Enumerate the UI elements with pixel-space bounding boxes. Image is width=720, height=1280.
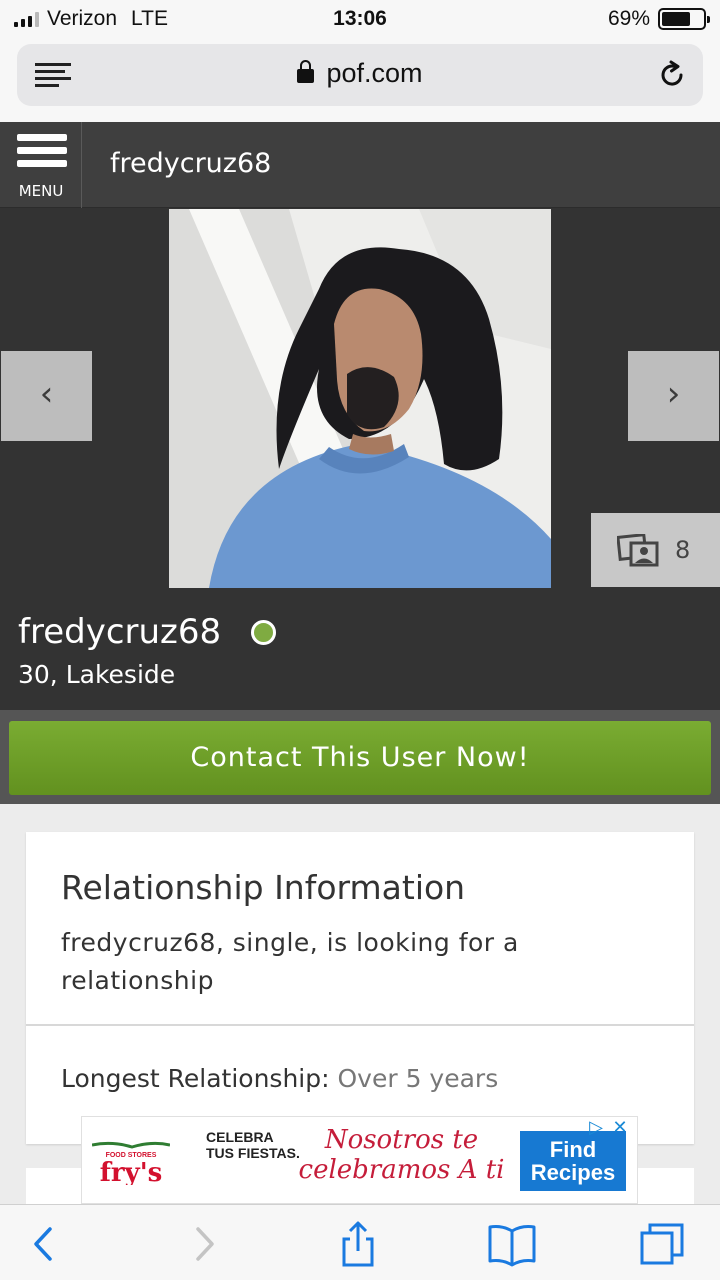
url-display[interactable]: pof.com	[17, 58, 703, 89]
menu-label: MENU	[18, 182, 64, 200]
ad-controls[interactable]: ▷ ✕	[584, 1117, 637, 1141]
ad-headline: CELEBRA TUS FIESTAS.	[206, 1129, 300, 1161]
close-ad-icon[interactable]: ✕	[608, 1117, 632, 1139]
profile-photo[interactable]	[169, 209, 551, 588]
reload-icon[interactable]	[657, 60, 687, 90]
contact-section: Contact This User Now!	[0, 710, 720, 804]
card-divider	[26, 1024, 694, 1026]
header-username: fredycruz68	[110, 148, 272, 179]
relationship-title: Relationship Information	[61, 868, 466, 907]
next-photo-button[interactable]: ›	[628, 351, 719, 441]
previous-photo-button[interactable]: ‹	[1, 351, 92, 441]
address-bar[interactable]: pof.com	[17, 44, 703, 106]
profile-username: fredycruz68	[18, 612, 222, 652]
profile-age-location: 30, Lakeside	[18, 660, 176, 689]
status-bar: Verizon LTE 13:06 69%	[0, 0, 720, 38]
ad-banner[interactable]: FOOD STORES fry's CELEBRA TUS FIESTAS. N…	[81, 1116, 638, 1204]
online-status-icon	[251, 620, 276, 645]
forward-icon[interactable]	[176, 1219, 232, 1269]
frys-logo: FOOD STORES fry's	[92, 1141, 170, 1185]
longest-relationship-label: Longest Relationship:	[61, 1064, 330, 1093]
lock-icon	[297, 60, 315, 83]
site-header: MENU fredycruz68	[0, 122, 720, 208]
battery-percent: 69%	[607, 7, 650, 30]
browser-toolbar	[0, 1204, 720, 1280]
tabs-icon[interactable]	[634, 1219, 690, 1269]
longest-relationship-value: Over 5 years	[337, 1064, 499, 1093]
profile-header: fredycruz68 30, Lakeside	[0, 588, 720, 710]
relationship-info-card: Relationship Information fredycruz68, si…	[26, 832, 694, 1144]
share-icon[interactable]	[330, 1219, 386, 1269]
battery-icon	[658, 8, 710, 30]
adchoices-icon[interactable]: ▷	[584, 1117, 608, 1139]
longest-relationship-row: Longest Relationship: Over 5 years	[61, 1064, 498, 1093]
svg-text:fry's: fry's	[100, 1158, 163, 1185]
menu-button[interactable]: MENU	[0, 122, 82, 208]
photo-count: 8	[675, 536, 691, 564]
browser-chrome: pof.com	[0, 38, 720, 122]
url-text: pof.com	[326, 58, 423, 88]
hamburger-icon	[17, 134, 67, 173]
photos-icon	[617, 534, 659, 567]
bookmarks-icon[interactable]	[484, 1219, 540, 1269]
back-icon[interactable]	[16, 1219, 72, 1269]
ad-script-text: Nosotros te celebramos A ti	[298, 1125, 505, 1185]
photo-gallery: ‹ › 8	[0, 208, 720, 588]
contact-user-button[interactable]: Contact This User Now!	[9, 721, 711, 795]
photo-count-button[interactable]: 8	[591, 513, 720, 587]
relationship-description: fredycruz68, single, is looking for a re…	[61, 928, 519, 995]
